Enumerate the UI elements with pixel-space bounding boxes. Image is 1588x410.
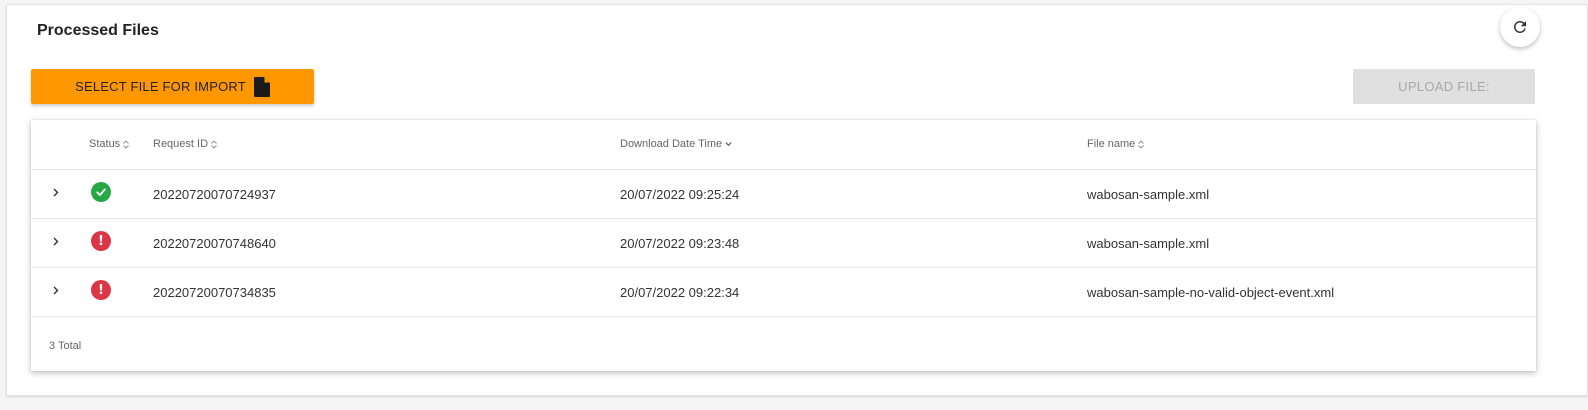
header-download-date-label: Download Date Time: [620, 138, 723, 150]
table-row[interactable]: ! 20220720070748640 20/07/2022 09:23:48 …: [31, 219, 1536, 268]
page-title: Processed Files: [37, 22, 159, 39]
download-date-cell: 20/07/2022 09:22:34: [620, 285, 740, 300]
file-icon: [253, 76, 270, 97]
sort-icon: [1138, 139, 1145, 149]
status-success-icon: [91, 182, 111, 202]
processed-files-panel: Processed Files SELECT FILE FOR IMPORT U…: [6, 4, 1588, 396]
sort-icon: [211, 139, 217, 149]
header-download-date[interactable]: Download Date Time: [620, 138, 732, 150]
header-status-label: Status: [89, 138, 121, 150]
table-row[interactable]: 20220720070724937 20/07/2022 09:25:24 wa…: [31, 170, 1536, 219]
chevron-right-icon: [53, 188, 59, 196]
table-row[interactable]: ! 20220720070734835 20/07/2022 09:22:34 …: [31, 268, 1536, 317]
header-request-id[interactable]: Request ID: [153, 138, 217, 150]
select-file-button[interactable]: SELECT FILE FOR IMPORT: [31, 69, 314, 104]
download-date-cell: 20/07/2022 09:25:24: [620, 187, 740, 202]
refresh-button[interactable]: [1500, 7, 1540, 47]
chevron-right-icon: [53, 237, 59, 245]
expand-row-button[interactable]: [53, 185, 63, 199]
chevron-right-icon: [53, 286, 59, 294]
header-file-name[interactable]: File name: [1087, 138, 1145, 150]
file-name-cell: wabosan-sample.xml: [1087, 236, 1210, 251]
table-total-count: 3 Total: [49, 340, 82, 352]
status-error-icon: !: [91, 280, 111, 300]
request-id-cell: 20220720070724937: [153, 187, 276, 202]
download-date-cell: 20/07/2022 09:23:48: [620, 236, 740, 251]
header-status[interactable]: Status: [89, 138, 130, 150]
header-request-id-label: Request ID: [153, 138, 209, 150]
header-file-name-label: File name: [1087, 138, 1136, 150]
table-header: Status Request ID Download Date Time Fil…: [31, 120, 1536, 170]
file-name-cell: wabosan-sample-no-valid-object-event.xml: [1087, 285, 1335, 300]
file-name-cell: wabosan-sample.xml: [1087, 187, 1210, 202]
request-id-cell: 20220720070748640: [153, 236, 276, 251]
expand-row-button[interactable]: [53, 234, 63, 248]
expand-row-button[interactable]: [53, 283, 63, 297]
request-id-cell: 20220720070734835: [153, 285, 276, 300]
upload-file-label: UPLOAD FILE:: [1398, 79, 1490, 94]
refresh-icon: [1514, 21, 1526, 33]
processed-files-table: Status Request ID Download Date Time Fil…: [31, 120, 1536, 371]
upload-file-button[interactable]: UPLOAD FILE:: [1353, 69, 1535, 104]
select-file-label: SELECT FILE FOR IMPORT: [75, 79, 246, 94]
status-error-icon: !: [91, 231, 111, 251]
sort-desc-icon: [725, 142, 732, 147]
sort-icon: [123, 139, 130, 149]
